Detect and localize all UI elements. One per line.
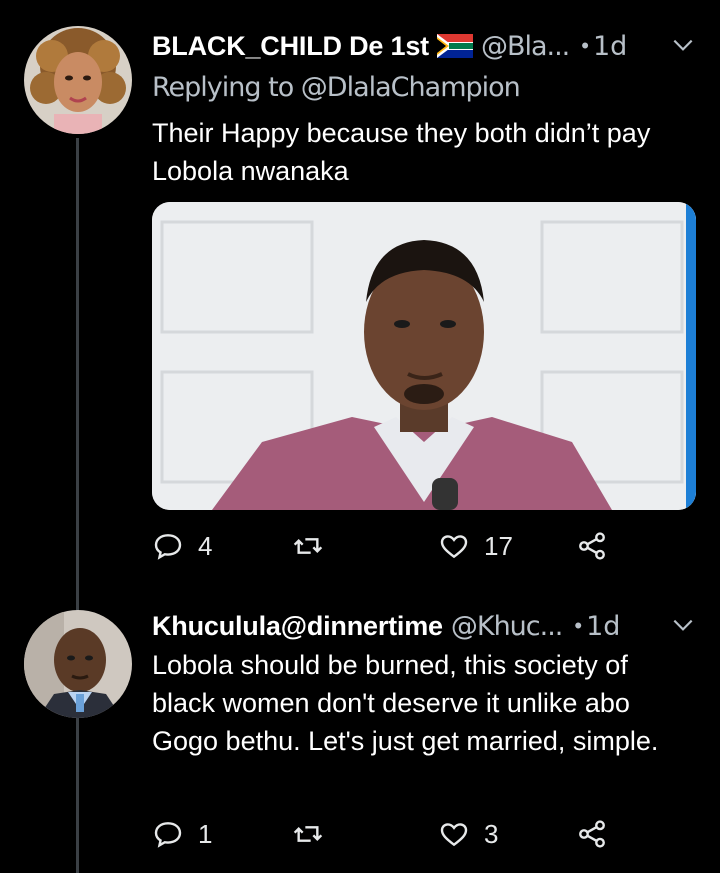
like-icon bbox=[440, 823, 468, 847]
like-button[interactable]: 3 bbox=[438, 818, 498, 850]
tweet-header: BLACK_CHILD De 1st @Bla... • 1d bbox=[152, 26, 696, 66]
thread-line bbox=[76, 138, 79, 873]
retweet-button[interactable] bbox=[292, 530, 338, 562]
share-button[interactable] bbox=[576, 818, 608, 850]
tweet-header: Khuculula@dinnertime @Khuc... • 1d bbox=[152, 606, 696, 646]
retweet-icon bbox=[293, 538, 323, 554]
reply-count: 1 bbox=[198, 818, 213, 849]
avatar[interactable] bbox=[24, 610, 132, 718]
tweet-text: Lobola should be burned, this society of… bbox=[152, 650, 659, 756]
tweet-actions: 1 3 bbox=[152, 818, 672, 858]
share-icon bbox=[579, 532, 605, 560]
like-icon bbox=[440, 535, 468, 559]
reply-icon bbox=[154, 822, 182, 848]
timestamp[interactable]: 1d bbox=[586, 611, 620, 642]
display-name[interactable]: BLACK_CHILD De 1st bbox=[152, 31, 429, 62]
south-africa-flag-icon bbox=[436, 34, 473, 58]
tweet-actions: 4 17 bbox=[152, 530, 672, 570]
retweet-button[interactable] bbox=[292, 818, 338, 850]
tweet-image[interactable] bbox=[152, 202, 696, 510]
separator-dot: • bbox=[581, 33, 589, 58]
reply-button[interactable]: 4 bbox=[152, 530, 212, 562]
like-button[interactable]: 17 bbox=[438, 530, 513, 562]
chevron-down-icon[interactable] bbox=[670, 612, 696, 638]
reply-count: 4 bbox=[198, 530, 213, 561]
handle[interactable]: @Khuc... bbox=[451, 611, 564, 642]
tweet-text: Their Happy because they both didn’t pay… bbox=[152, 118, 651, 186]
like-count: 17 bbox=[484, 530, 513, 561]
share-icon bbox=[579, 820, 605, 848]
replying-to[interactable]: Replying to @DlalaChampion bbox=[152, 72, 521, 103]
like-count: 3 bbox=[484, 818, 499, 849]
separator-dot: • bbox=[574, 613, 583, 638]
avatar[interactable] bbox=[24, 26, 132, 134]
reply-button[interactable]: 1 bbox=[152, 818, 212, 850]
reply-icon bbox=[154, 534, 182, 560]
chevron-down-icon[interactable] bbox=[670, 32, 696, 58]
share-button[interactable] bbox=[576, 530, 608, 562]
timestamp[interactable]: 1d bbox=[593, 31, 627, 62]
handle[interactable]: @Bla... bbox=[481, 31, 570, 62]
display-name[interactable]: Khuculula@dinnertime bbox=[152, 611, 443, 642]
retweet-icon bbox=[293, 826, 323, 842]
